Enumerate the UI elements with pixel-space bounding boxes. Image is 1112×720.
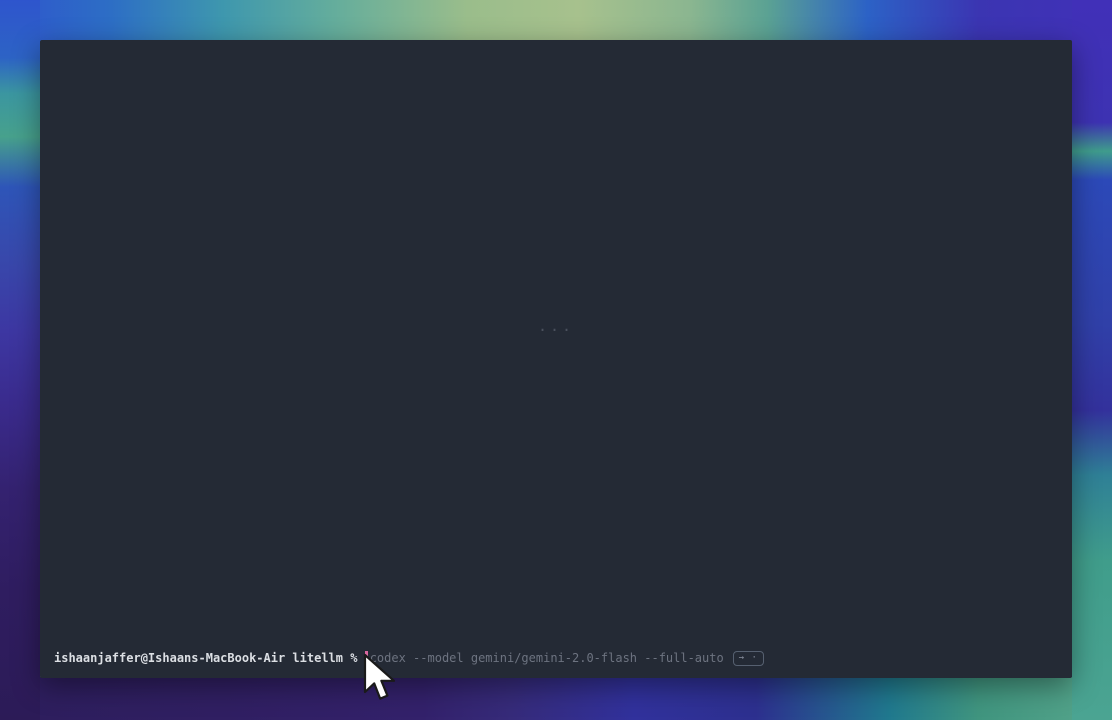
prompt-separator — [357, 650, 364, 666]
loading-ellipsis: ··· — [538, 323, 574, 338]
terminal-window[interactable]: ··· ishaanjaffer@Ishaans-MacBook-Air lit… — [40, 40, 1072, 678]
text-caret — [365, 651, 368, 665]
command-suggestion-text: codex --model gemini/gemini-2.0-flash --… — [370, 650, 724, 666]
prompt-separator — [285, 650, 292, 666]
terminal-prompt-line[interactable]: ishaanjaffer@Ishaans-MacBook-Air litellm… — [54, 650, 1062, 666]
desktop: ··· ishaanjaffer@Ishaans-MacBook-Air lit… — [0, 0, 1112, 720]
wallpaper-bottom-edge — [0, 677, 1112, 720]
prompt-user-host: ishaanjaffer@Ishaans-MacBook-Air — [54, 650, 285, 666]
wallpaper-right-edge — [1072, 0, 1112, 720]
wallpaper-left-edge — [0, 0, 40, 720]
prompt-directory: litellm — [292, 650, 343, 666]
terminal-output-area: ··· — [40, 40, 1072, 678]
prompt-separator — [343, 650, 350, 666]
autosuggest-hint-badge: → · — [733, 651, 764, 666]
prompt-symbol: % — [350, 650, 357, 666]
wallpaper-top-edge — [0, 0, 1112, 40]
